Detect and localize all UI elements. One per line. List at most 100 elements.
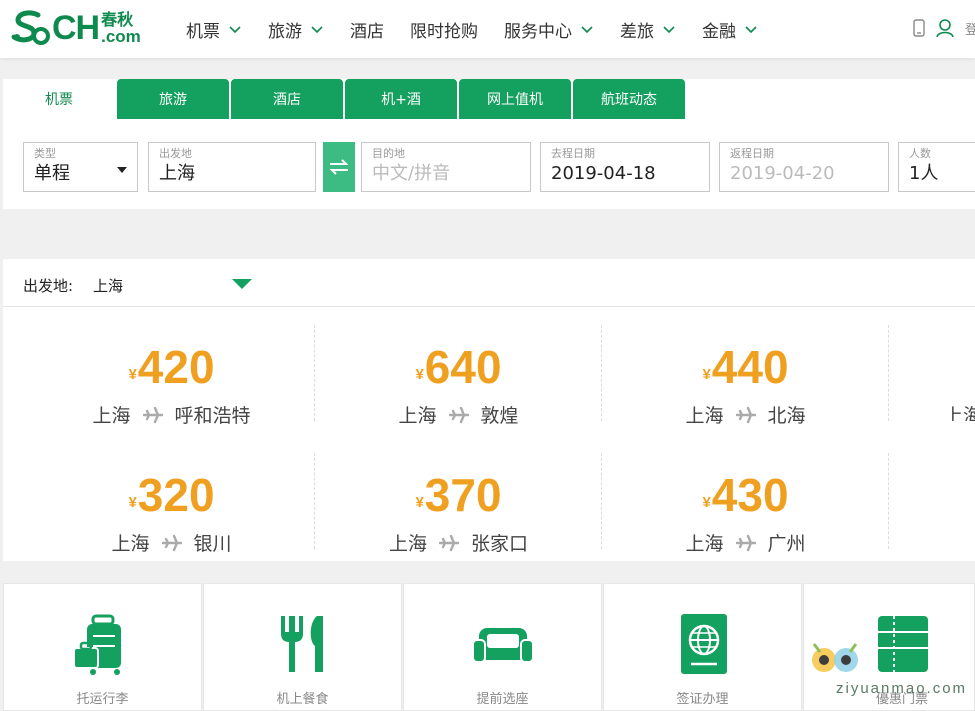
product-tabs: 机票 旅游 酒店 机+酒 网上值机 航班动态	[3, 79, 687, 119]
dropdown-triangle-icon	[232, 279, 252, 289]
field-value: 1人	[909, 163, 939, 184]
flight-search-panel: 机票 旅游 酒店 机+酒 网上值机 航班动态 类型 单程 出发地 上海 目的地 …	[3, 79, 975, 209]
deals-origin-label: 出发地:	[23, 277, 74, 295]
deals-origin-selector[interactable]: 出发地: 上海	[3, 259, 975, 307]
nav-item-finance[interactable]: 金融	[702, 17, 758, 42]
deal-card[interactable]: ¥640 上海 敦煌	[315, 321, 602, 427]
deal-card[interactable]: 上海	[889, 321, 975, 421]
return-date-field[interactable]: 返程日期 2019-04-20	[719, 142, 889, 192]
route-to: 张家口	[471, 533, 529, 555]
route-to: 呼和浩特	[174, 405, 251, 427]
logo[interactable]: CH 春秋 .com	[8, 8, 141, 48]
caret-down-icon	[117, 167, 127, 173]
route-from: 上海	[398, 405, 437, 427]
chevron-down-icon	[581, 26, 593, 34]
deal-route: 上海 呼和浩特	[28, 401, 315, 428]
service-seat-selection[interactable]: 提前选座	[403, 583, 602, 711]
field-label: 返程日期	[730, 147, 774, 160]
tab-hotel[interactable]: 酒店	[231, 79, 343, 119]
service-name: 提前选座	[476, 692, 529, 707]
nav-label: 金融	[702, 21, 736, 42]
route-to: 北海	[767, 405, 806, 427]
route-to: 敦煌	[480, 405, 519, 427]
deal-price: ¥420	[28, 341, 315, 393]
service-checked-baggage[interactable]: 托运行李	[3, 583, 202, 711]
plane-icon	[142, 406, 163, 423]
currency-symbol: ¥	[415, 366, 424, 383]
service-name: 签证办理	[676, 692, 729, 707]
nav-item-service-center[interactable]: 服务中心	[504, 17, 594, 42]
visa-icon	[680, 614, 727, 674]
nav-label: 差旅	[620, 21, 654, 42]
deal-price: ¥440	[602, 341, 889, 393]
meal-icon	[280, 616, 323, 672]
deal-route: 上海	[889, 401, 975, 421]
price-value: 430	[711, 469, 789, 521]
passengers-field[interactable]: 人数 1人	[898, 142, 975, 192]
currency-symbol: ¥	[702, 366, 711, 383]
nav-item-flights[interactable]: 机票	[186, 17, 242, 42]
nav-label: 机票	[186, 21, 220, 42]
service-name: 托运行李	[76, 692, 129, 707]
login-link[interactable]: 登	[965, 19, 975, 38]
nav-item-business-travel[interactable]: 差旅	[620, 17, 676, 42]
watermark: ziyuanmao.com	[808, 632, 968, 711]
price-value: 420	[137, 341, 215, 393]
deal-price: ¥370	[315, 469, 602, 521]
swap-cities-button[interactable]	[323, 142, 355, 192]
route-from: 上海	[685, 533, 724, 555]
nav-item-hotel[interactable]: 酒店	[350, 17, 384, 42]
field-label: 出发地	[159, 147, 192, 160]
plane-icon	[161, 534, 182, 551]
depart-date-field[interactable]: 去程日期 2019-04-18	[540, 142, 710, 192]
chevron-down-icon	[745, 26, 757, 34]
service-name: 机上餐食	[276, 692, 329, 707]
route-to: 广州	[767, 533, 806, 555]
logo-cn: 春秋	[101, 9, 134, 29]
deal-route: 上海 广州	[602, 529, 889, 556]
swap-icon	[329, 159, 349, 175]
deal-card[interactable]: ¥440 上海 北海	[602, 321, 889, 427]
site-header: CH 春秋 .com 机票 旅游 酒店 限时抢购 服务中心 差旅 金融 登	[0, 0, 975, 58]
price-value: 440	[711, 341, 789, 393]
deal-price: ¥430	[602, 469, 889, 521]
plane-icon	[439, 534, 459, 551]
nav-item-flash-sale[interactable]: 限时抢购	[410, 17, 478, 42]
nav-item-travel[interactable]: 旅游	[268, 17, 324, 42]
main-nav: 机票 旅游 酒店 限时抢购 服务中心 差旅 金融	[186, 0, 784, 58]
user-icon[interactable]	[935, 18, 955, 38]
field-value: 2019-04-18	[551, 163, 656, 184]
tab-flights[interactable]: 机票	[3, 79, 115, 119]
deal-card[interactable]: ¥430 上海 广州	[602, 449, 889, 555]
field-value: 单程	[34, 163, 70, 184]
field-placeholder: 中文/拼音	[372, 163, 451, 184]
tab-flight-status[interactable]: 航班动态	[573, 79, 685, 119]
deal-card[interactable]: ¥370 上海 张家口	[315, 449, 602, 555]
deal-card[interactable]: ¥320 上海 银川	[28, 449, 315, 555]
tab-flight-hotel[interactable]: 机+酒	[345, 79, 457, 119]
service-visa[interactable]: 签证办理	[603, 583, 802, 711]
deal-route: 上海 北海	[602, 401, 889, 428]
mobile-phone-icon[interactable]	[913, 19, 925, 37]
price-value: 370	[424, 469, 502, 521]
origin-field[interactable]: 出发地 上海	[148, 142, 316, 192]
logo-cn-block: 春秋 .com	[101, 9, 141, 45]
service-inflight-meal[interactable]: 机上餐食	[203, 583, 402, 711]
deal-price: ¥640	[315, 341, 602, 393]
field-label: 去程日期	[551, 147, 595, 160]
trip-type-select[interactable]: 类型 单程	[23, 142, 138, 192]
logo-mark-icon	[11, 10, 50, 45]
currency-symbol: ¥	[702, 494, 711, 511]
route-from: 上海	[111, 533, 150, 555]
nav-label: 服务中心	[504, 21, 572, 42]
chevron-down-icon	[229, 26, 241, 34]
nav-label: 限时抢购	[410, 21, 478, 42]
tab-travel[interactable]: 旅游	[117, 79, 229, 119]
tab-online-checkin[interactable]: 网上值机	[459, 79, 571, 119]
destination-field[interactable]: 目的地 中文/拼音	[361, 142, 531, 192]
plane-icon	[735, 534, 756, 551]
deal-route: 上海 张家口	[315, 529, 602, 556]
deal-card[interactable]: ¥420 上海 呼和浩特	[28, 321, 315, 427]
deals-origin-value: 上海	[93, 277, 124, 295]
plane-icon	[735, 406, 756, 423]
